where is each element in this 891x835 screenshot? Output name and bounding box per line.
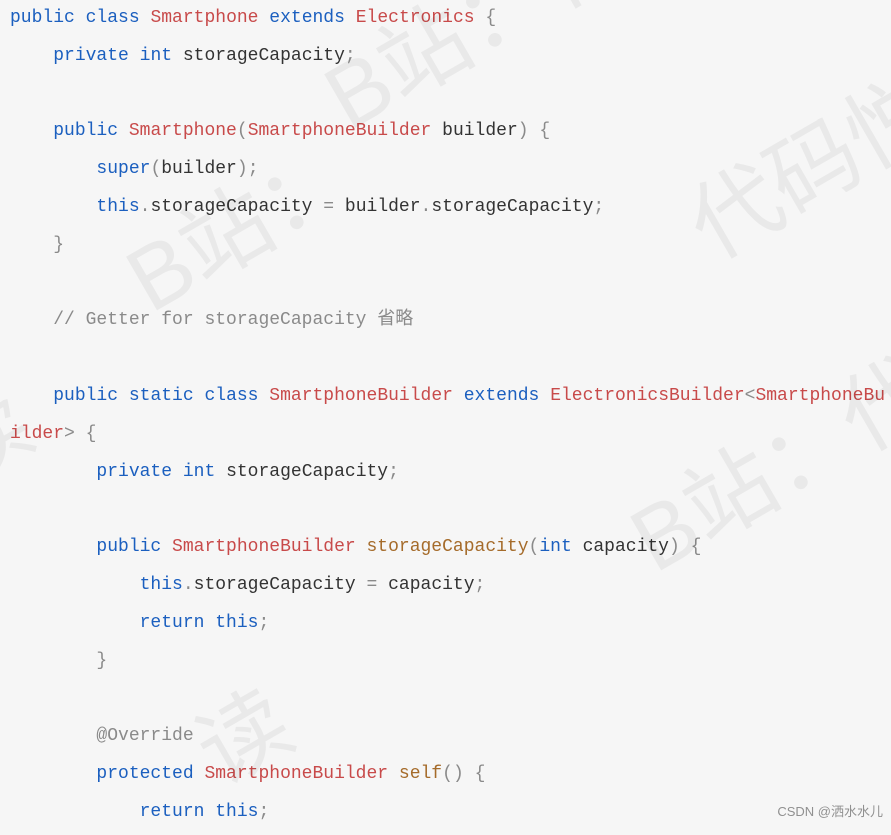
token-ident: storageCapacity (194, 575, 356, 595)
token-punc: = (367, 575, 378, 595)
token-type: SmartphoneBuilder (204, 764, 388, 784)
token-ident: storageCapacity (150, 197, 312, 217)
token-kw: this (215, 613, 258, 633)
token-kw: this (96, 197, 139, 217)
token-kw: int (539, 537, 571, 557)
token-punc: ; (345, 46, 356, 66)
token-comment: // Getter for storageCapacity 省略 (53, 310, 413, 330)
token-punc: ) (237, 159, 248, 179)
token-kw: public (10, 8, 75, 28)
token-kw: int (183, 462, 215, 482)
token-kw: public (53, 121, 118, 141)
token-punc: ; (258, 613, 269, 633)
token-comment: @Override (96, 726, 193, 746)
token-type: SmartphoneBuilder (248, 121, 432, 141)
token-punc: { (86, 424, 97, 444)
token-punc: ) (669, 537, 680, 557)
token-ident: builder (442, 121, 518, 141)
token-method: self (399, 764, 442, 784)
token-punc: { (691, 537, 702, 557)
token-kw: class (204, 386, 258, 406)
token-kw: protected (96, 764, 193, 784)
token-punc: . (140, 197, 151, 217)
token-punc: . (421, 197, 432, 217)
token-kw: int (140, 46, 172, 66)
token-punc: ( (150, 159, 161, 179)
token-punc: > (64, 424, 75, 444)
token-punc: = (323, 197, 334, 217)
token-kw: return (140, 802, 205, 822)
token-type: Smartphone (150, 8, 258, 28)
token-punc: ; (248, 159, 259, 179)
token-kw: public (53, 386, 118, 406)
code-block: public class Smartphone extends Electron… (0, 0, 891, 835)
token-type: Electronics (356, 8, 475, 28)
token-kw: return (140, 613, 205, 633)
token-punc: ; (258, 802, 269, 822)
token-type: SmartphoneBuilder (269, 386, 453, 406)
token-punc: } (96, 651, 107, 671)
footer-attribution: CSDN @洒水水儿 (777, 793, 883, 831)
token-punc: ( (529, 537, 540, 557)
token-kw: static (129, 386, 194, 406)
token-punc: ( (442, 764, 453, 784)
token-method: storageCapacity (367, 537, 529, 557)
token-ident: storageCapacity (431, 197, 593, 217)
token-kw: extends (269, 8, 345, 28)
token-kw: class (86, 8, 140, 28)
token-kw: this (215, 802, 258, 822)
token-punc: ; (593, 197, 604, 217)
token-kw: super (96, 159, 150, 179)
token-kw: extends (464, 386, 540, 406)
token-punc: { (485, 8, 496, 28)
token-ident: capacity (388, 575, 474, 595)
token-punc: . (183, 575, 194, 595)
token-type: Smartphone (129, 121, 237, 141)
token-ident: storageCapacity (183, 46, 345, 66)
token-punc: ; (475, 575, 486, 595)
token-ident: builder (161, 159, 237, 179)
token-type: ElectronicsBuilder (550, 386, 744, 406)
token-punc: < (745, 386, 756, 406)
token-ident: builder (345, 197, 421, 217)
token-kw: public (96, 537, 161, 557)
token-ident: capacity (583, 537, 669, 557)
token-punc: ; (388, 462, 399, 482)
token-punc: ( (237, 121, 248, 141)
token-punc: } (53, 235, 64, 255)
token-type: SmartphoneBuilder (172, 537, 356, 557)
token-punc: { (539, 121, 550, 141)
token-punc: ) (518, 121, 529, 141)
token-ident: storageCapacity (226, 462, 388, 482)
token-kw: private (53, 46, 129, 66)
token-kw: private (96, 462, 172, 482)
token-punc: { (475, 764, 486, 784)
token-punc: ) (453, 764, 464, 784)
token-kw: this (140, 575, 183, 595)
